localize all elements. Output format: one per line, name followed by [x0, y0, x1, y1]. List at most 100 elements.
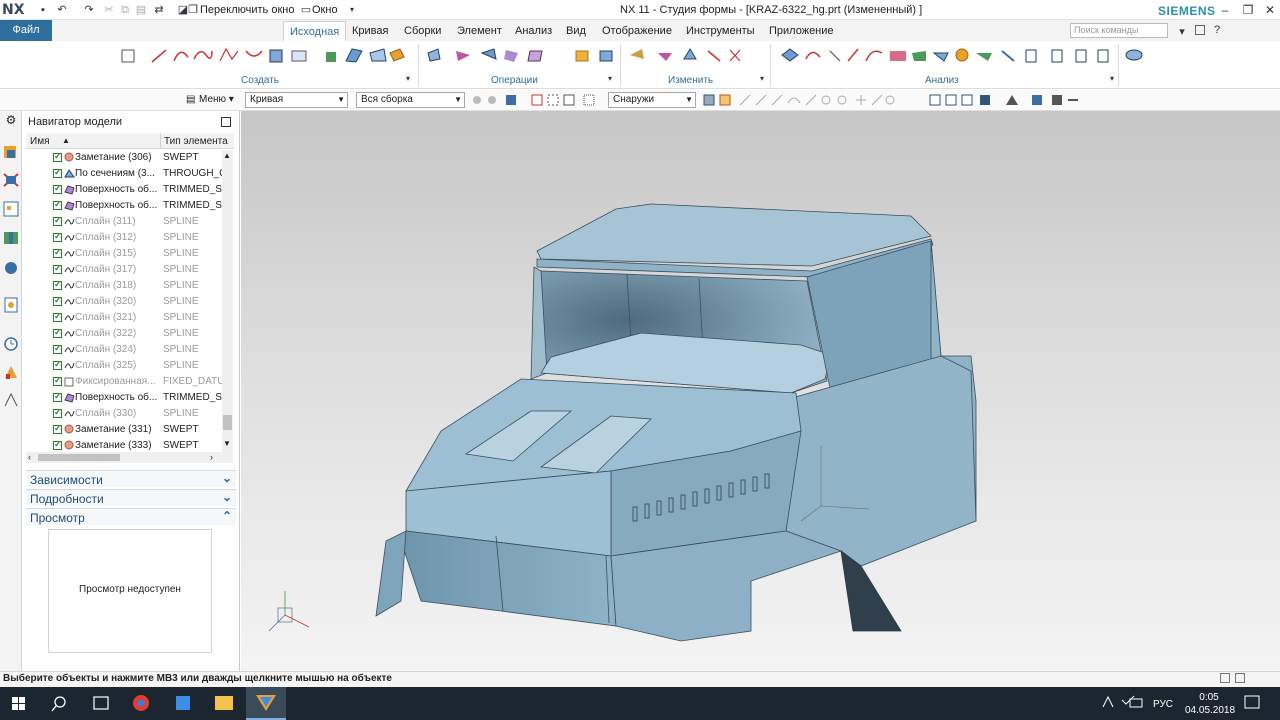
- details-section[interactable]: Подробности ⌄: [26, 489, 236, 506]
- horizontal-scroll-thumb[interactable]: [38, 454, 120, 461]
- visibility-checkbox[interactable]: [53, 215, 62, 226]
- table-row[interactable]: Сплайн (322) SPLINE: [26, 326, 222, 342]
- selection-toolbar-icons[interactable]: [468, 91, 1280, 109]
- column-name-header[interactable]: Имя: [30, 136, 49, 147]
- tab-home[interactable]: Исходная: [283, 21, 347, 41]
- redo-icon[interactable]: ↷: [82, 3, 96, 17]
- tab-analysis[interactable]: Анализ: [509, 21, 558, 41]
- table-row[interactable]: По сечениям (3... THROUGH_C: [26, 166, 223, 182]
- chevron-down-icon[interactable]: ⌄: [222, 471, 232, 485]
- visibility-checkbox[interactable]: [53, 279, 62, 290]
- visibility-checkbox[interactable]: [53, 343, 62, 354]
- table-row[interactable]: Поверхность об... TRIMMED_SH: [26, 390, 223, 406]
- selection-scope-dropdown[interactable]: Вся сборка ▼: [356, 92, 465, 108]
- navigator-vertical-scrollbar[interactable]: [222, 150, 233, 452]
- dependencies-section[interactable]: Зависимости ⌄: [26, 470, 236, 487]
- chevron-down-icon[interactable]: ⌄: [222, 490, 232, 504]
- visibility-checkbox[interactable]: [53, 199, 62, 210]
- tab-display[interactable]: Отображение: [596, 21, 678, 41]
- visibility-checkbox[interactable]: [53, 231, 62, 242]
- sort-ascending-icon[interactable]: ▲: [62, 136, 70, 145]
- switch-window-button[interactable]: Переключить окно: [200, 4, 294, 16]
- table-row[interactable]: Сплайн (312) SPLINE: [26, 230, 222, 246]
- visibility-checkbox[interactable]: [53, 359, 62, 370]
- visibility-checkbox[interactable]: [53, 407, 62, 418]
- column-type-header[interactable]: Тип элемента: [164, 136, 228, 147]
- table-row[interactable]: Фиксированная... FIXED_DATUI: [26, 374, 223, 390]
- table-row[interactable]: Сплайн (318) SPLINE: [26, 278, 222, 294]
- tab-application[interactable]: Приложение: [763, 21, 840, 41]
- tab-tools[interactable]: Инструменты: [680, 21, 761, 41]
- group-modify-dropdown-icon[interactable]: ▾: [760, 74, 764, 83]
- tab-curve[interactable]: Кривая: [346, 21, 394, 41]
- status-icon[interactable]: [1235, 673, 1245, 683]
- ribbon-command-icons[interactable]: [0, 41, 1280, 89]
- visibility-checkbox[interactable]: [53, 295, 62, 306]
- tab-assemblies[interactable]: Сборки: [398, 21, 447, 41]
- truck-cab-model[interactable]: [241, 111, 1280, 671]
- paste-icon[interactable]: ▤: [134, 3, 148, 17]
- scroll-down-icon[interactable]: ▼: [223, 439, 231, 448]
- repeat-command-icon[interactable]: ⇄: [152, 3, 166, 17]
- resource-bar-icons[interactable]: [3, 144, 19, 414]
- input-language[interactable]: РУС: [1153, 699, 1173, 710]
- tab-view[interactable]: Вид: [560, 21, 592, 41]
- visibility-checkbox[interactable]: [53, 327, 62, 338]
- maximize-panel-icon[interactable]: [221, 117, 231, 127]
- scroll-up-icon[interactable]: ▲: [223, 151, 231, 160]
- table-row[interactable]: Сплайн (324) SPLINE: [26, 342, 222, 358]
- visibility-checkbox[interactable]: [53, 247, 62, 258]
- visibility-checkbox[interactable]: [53, 375, 62, 386]
- group-operations-dropdown-icon[interactable]: ▾: [608, 74, 612, 83]
- help-icon[interactable]: ?: [1210, 23, 1224, 37]
- scroll-right-icon[interactable]: ›: [210, 452, 213, 462]
- scroll-left-icon[interactable]: ‹: [28, 452, 31, 462]
- ribbon-restore-icon[interactable]: [1195, 25, 1205, 35]
- graphics-viewport[interactable]: [241, 111, 1280, 671]
- save-icon[interactable]: ▪: [36, 3, 50, 17]
- visibility-checkbox[interactable]: [53, 167, 62, 178]
- taskbar-icons[interactable]: [0, 687, 1280, 720]
- undo-icon[interactable]: ↶: [55, 3, 69, 17]
- command-search-input[interactable]: Поиск команды: [1070, 23, 1168, 38]
- visibility-checkbox[interactable]: [53, 311, 62, 322]
- visibility-checkbox[interactable]: [53, 183, 62, 194]
- vertical-scroll-thumb[interactable]: [223, 415, 232, 430]
- window-switch-icon[interactable]: ❐: [186, 3, 200, 17]
- visibility-checkbox[interactable]: [53, 263, 62, 274]
- taskbar-clock[interactable]: 0:05 04.05.2018: [1185, 691, 1235, 717]
- table-row[interactable]: Сплайн (325) SPLINE: [26, 358, 222, 374]
- table-row[interactable]: Сплайн (330) SPLINE: [26, 406, 222, 422]
- visibility-checkbox[interactable]: [53, 151, 62, 162]
- visibility-checkbox[interactable]: [53, 439, 62, 450]
- chevron-up-icon[interactable]: ⌃: [222, 509, 232, 523]
- status-icon[interactable]: [1220, 673, 1230, 683]
- group-analysis-dropdown-icon[interactable]: ▾: [1110, 74, 1114, 83]
- menu-button[interactable]: Меню ▾: [199, 94, 234, 105]
- type-filter-dropdown[interactable]: Кривая ▼: [245, 92, 348, 108]
- group-create-dropdown-icon[interactable]: ▾: [406, 74, 410, 83]
- window-menu[interactable]: Окно: [312, 4, 338, 16]
- tab-feature[interactable]: Элемент: [451, 21, 508, 41]
- minimize-icon[interactable]: –: [1217, 2, 1233, 18]
- close-icon[interactable]: ✕: [1262, 2, 1278, 18]
- table-row[interactable]: Сплайн (311) SPLINE: [26, 214, 222, 230]
- table-row[interactable]: Заметание (306) SWEPT: [26, 150, 222, 166]
- table-row[interactable]: Сплайн (315) SPLINE: [26, 246, 222, 262]
- visibility-checkbox[interactable]: [53, 423, 62, 434]
- quick-access-dropdown-icon[interactable]: ▾: [345, 3, 359, 17]
- copy-icon[interactable]: ⧉: [118, 3, 132, 17]
- table-row[interactable]: Заметание (331) SWEPT: [26, 422, 222, 438]
- restore-icon[interactable]: ❐: [1240, 2, 1256, 18]
- table-row[interactable]: Поверхность об... TRIMMED_SH: [26, 198, 223, 214]
- preview-section[interactable]: Просмотр ⌃: [26, 508, 236, 525]
- visibility-checkbox[interactable]: [53, 391, 62, 402]
- table-row[interactable]: Сплайн (320) SPLINE: [26, 294, 222, 310]
- settings-gear-icon[interactable]: ⚙: [3, 113, 19, 129]
- table-row[interactable]: Поверхность об... TRIMMED_SH: [26, 182, 223, 198]
- ribbon-options-icon[interactable]: ▾: [1175, 25, 1189, 39]
- cut-icon[interactable]: ✂: [102, 3, 116, 17]
- file-menu-button[interactable]: Файл: [0, 20, 52, 41]
- table-row[interactable]: Сплайн (317) SPLINE: [26, 262, 222, 278]
- table-row[interactable]: Сплайн (321) SPLINE: [26, 310, 222, 326]
